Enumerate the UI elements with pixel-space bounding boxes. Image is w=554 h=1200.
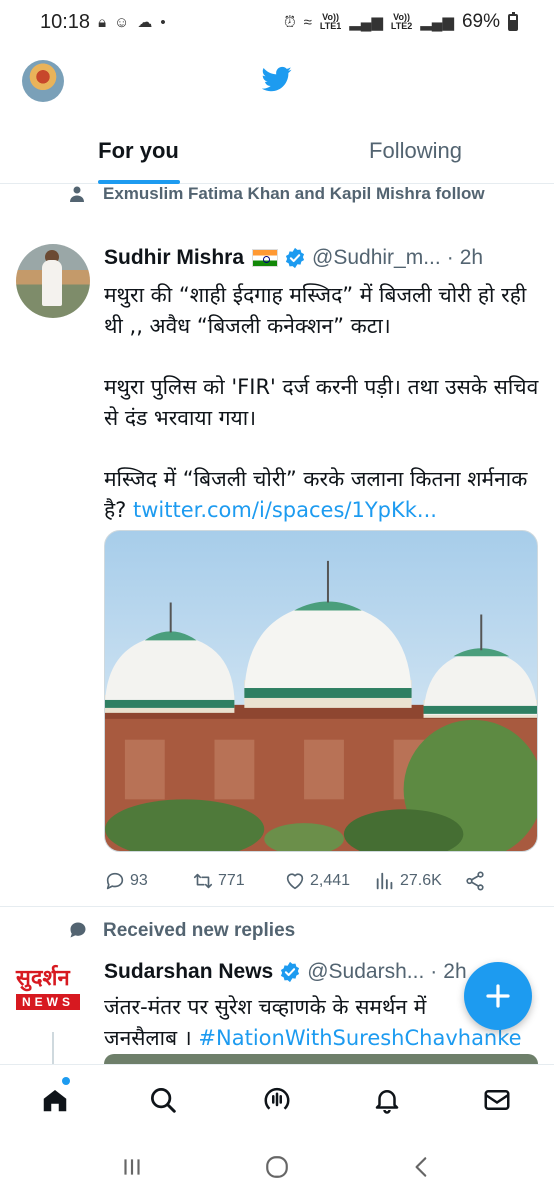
share-button[interactable] (464, 870, 486, 892)
india-flag-icon (252, 249, 279, 267)
separator-dot: · (446, 246, 454, 269)
retweet-button[interactable]: 771 (192, 870, 245, 892)
status-left: 10:18 🔒︎ ☺ ☁ • (40, 11, 166, 34)
status-right: ⏰︎ ≈ Vo)) LTE1 ▂▄▆ Vo)) LTE2 ▂▄▆ 69% (284, 11, 518, 33)
view-count: 27.6K (400, 872, 442, 889)
bell-icon (375, 1090, 399, 1114)
tweet-paragraph: मथुरा पुलिस को 'FIR' दर्ज करनी पड़ी। तथा… (104, 375, 539, 430)
like-count: 2,441 (310, 872, 351, 889)
author-handle[interactable]: @Sudhir_m... (312, 246, 441, 270)
verified-badge-icon (281, 961, 300, 983)
nav-notifications[interactable] (370, 1083, 404, 1117)
tab-label: For you (98, 138, 179, 163)
avatar-logo-text: सुदर्शन (16, 966, 70, 991)
new-content-dot (62, 1077, 70, 1085)
lte1-label: Vo)) LTE1 (319, 12, 342, 31)
home-circle-icon (266, 1156, 288, 1178)
home-system-button[interactable] (257, 1147, 297, 1187)
tweet-text: मथुरा की “शाही ईदगाह मस्जिद” में बिजली च… (104, 280, 540, 526)
nav-spaces[interactable] (260, 1083, 294, 1117)
recent-apps-button[interactable] (112, 1147, 152, 1187)
battery-percent: 69% (461, 11, 500, 32)
tab-label: Following (369, 138, 462, 163)
author-handle[interactable]: @Sudarsh... (307, 960, 424, 984)
bottom-nav (0, 1064, 554, 1134)
alarm-icon: ⏰︎ (283, 13, 296, 31)
profile-avatar[interactable] (22, 60, 64, 102)
back-chevron-icon (415, 1157, 426, 1177)
timeline-tabs: For you Following (0, 124, 554, 184)
wifi-icon: ≈ (303, 13, 312, 31)
home-icon (43, 1090, 67, 1112)
app-header (0, 52, 554, 112)
tweet-time[interactable]: 2h (460, 246, 483, 270)
social-context-text[interactable]: Received new replies (103, 916, 295, 946)
person-icon (70, 186, 84, 202)
reply-icon (106, 872, 124, 890)
author-name[interactable]: Sudhir Mishra (104, 246, 244, 270)
mosque-photo (105, 560, 537, 851)
reply-count: 93 (130, 872, 148, 889)
avatar-person (42, 260, 62, 306)
thread-line (52, 1032, 54, 1064)
tweet-media-image[interactable] (104, 1054, 538, 1064)
spaces-icon (264, 1087, 290, 1110)
separator-dot: · (430, 960, 438, 983)
reply-bubble-icon (70, 922, 86, 938)
lte2-label: Vo)) LTE2 (390, 12, 413, 31)
plus-icon (486, 984, 510, 1008)
views-icon (376, 872, 393, 890)
back-button[interactable] (402, 1147, 442, 1187)
hashtag-link[interactable]: #NationWithSureshChavhanke (198, 1026, 521, 1050)
cloud-icon: ☁ (137, 14, 153, 31)
tweet-body: Sudhir Mishra @Sudhir_m... · 2h मथुरा की… (104, 240, 540, 526)
author-avatar[interactable]: सुदर्शन NEWS (16, 966, 86, 1026)
tab-for-you[interactable]: For you (0, 124, 277, 184)
verified-badge-icon (285, 247, 305, 269)
tweet-paragraph: मस्जिद में “बिजली चोरी” करके जलाना कितना… (104, 464, 540, 526)
tweet-time[interactable]: 2h (443, 960, 466, 984)
signal-icon: ▂▄▆ (420, 14, 454, 31)
nav-search[interactable] (146, 1083, 180, 1117)
social-context-text[interactable]: Exmuslim Fatima Khan and Kapil Mishra fo… (103, 180, 523, 208)
status-time: 10:18 (40, 10, 91, 33)
signal-icon: ▂▄▆ (349, 14, 383, 31)
author-avatar[interactable] (16, 244, 90, 318)
views-button[interactable]: 27.6K (374, 870, 442, 892)
reply-button[interactable]: 93 (104, 870, 148, 892)
like-button[interactable]: 2,441 (284, 870, 350, 892)
tweet-link[interactable]: twitter.com/i/spaces/1YpKk... (133, 498, 437, 522)
avatar-logo-news: NEWS (16, 994, 80, 1010)
mail-icon (484, 1090, 510, 1110)
retweet-icon (193, 873, 213, 889)
tweet-divider (0, 906, 554, 907)
smiley-icon: ☺ (114, 13, 130, 31)
tab-following[interactable]: Following (277, 124, 554, 183)
twitter-bird-icon[interactable] (262, 64, 292, 94)
tweet-line-text: जनसैलाब । (104, 1026, 199, 1050)
tweet-line: जनसैलाब । #NationWithSureshChavhanke (104, 1023, 540, 1054)
nav-home[interactable] (38, 1083, 72, 1117)
recent-apps-icon (124, 1159, 140, 1175)
author-name[interactable]: Sudarshan News (104, 960, 273, 984)
tweet-header: Sudhir Mishra @Sudhir_m... · 2h (104, 240, 540, 276)
dot-icon: • (160, 13, 166, 31)
share-icon (466, 871, 484, 891)
retweet-count: 771 (218, 872, 245, 889)
battery-icon (508, 11, 518, 31)
nav-messages[interactable] (480, 1083, 514, 1117)
compose-tweet-button[interactable] (464, 962, 532, 1030)
tweet-media-image[interactable] (104, 530, 538, 852)
heart-icon (286, 873, 304, 890)
system-nav-bar (0, 1134, 554, 1200)
lock-icon: 🔒︎ (98, 13, 107, 31)
tweet-actions: 93 771 2,441 27.6K (104, 866, 540, 896)
status-bar: 10:18 🔒︎ ☺ ☁ • ⏰︎ ≈ Vo)) LTE1 ▂▄▆ Vo)) LTE… (0, 0, 554, 44)
search-icon (151, 1088, 176, 1113)
tweet-paragraph: मथुरा की “शाही ईदगाह मस्जिद” में बिजली च… (104, 283, 527, 338)
